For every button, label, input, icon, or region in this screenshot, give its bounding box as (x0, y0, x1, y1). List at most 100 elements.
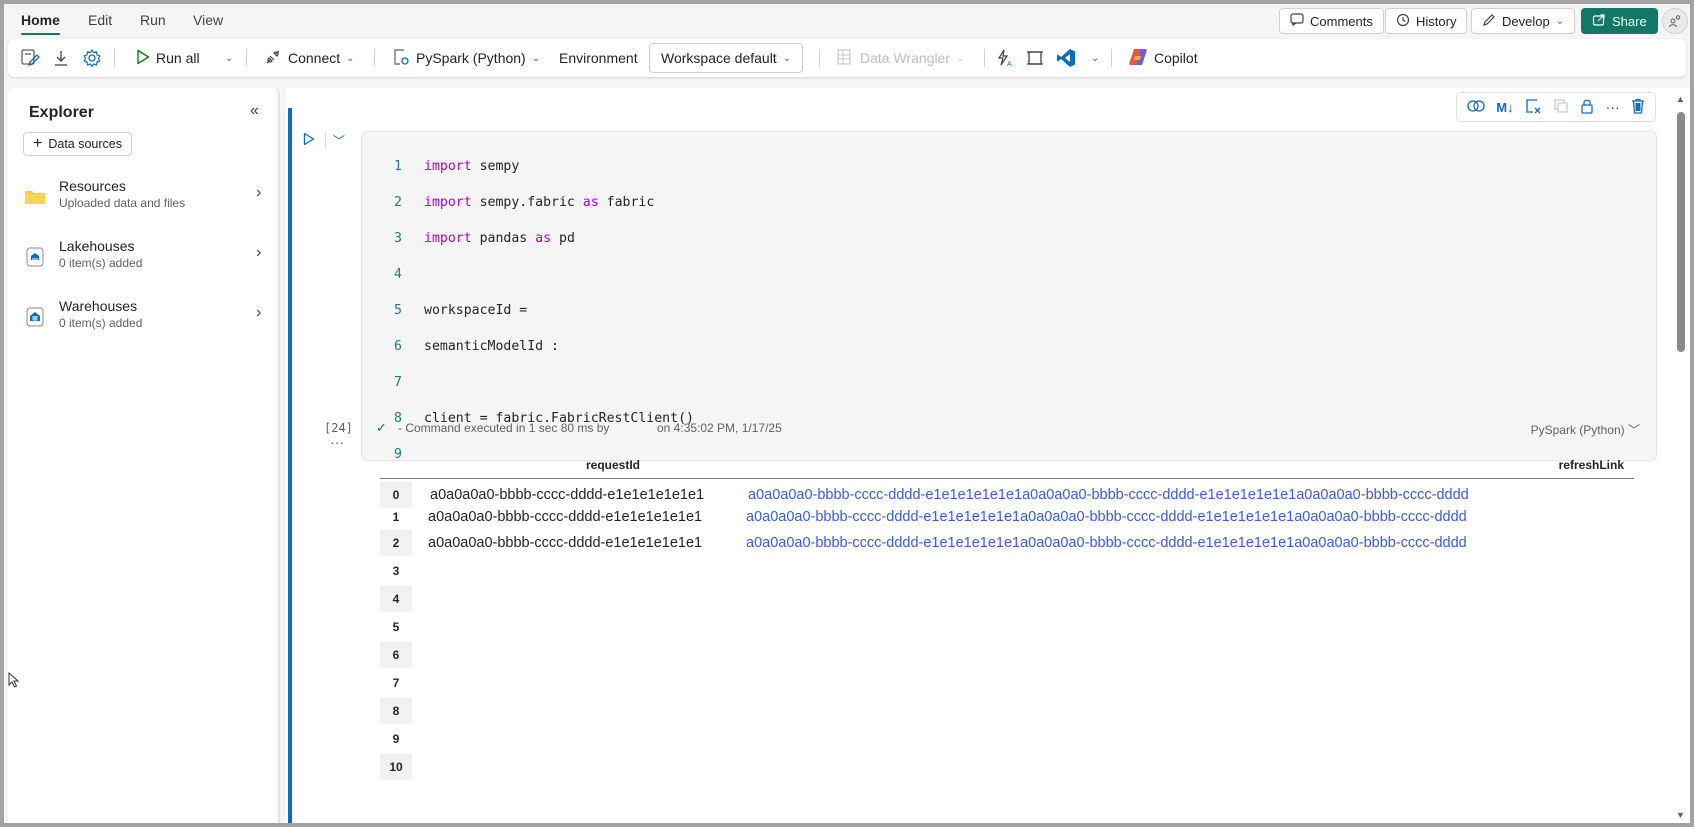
markdown-icon[interactable]: M↓ (1496, 100, 1513, 115)
share-icon (1592, 13, 1606, 30)
copilot-label: Copilot (1154, 50, 1198, 66)
chevron-down-icon: ⌄ (782, 52, 792, 64)
code-line: 3 import pandas as pd (394, 231, 575, 246)
request-id-cell: a0a0a0a0-bbbb-cccc-dddd-e1e1e1e1e1e1 (428, 509, 703, 525)
share-button[interactable]: Share (1581, 8, 1658, 34)
table-row: 2 a0a0a0a0-bbbb-cccc-dddd-e1e1e1e1e1e1 a… (380, 530, 1634, 556)
notebook-canvas: M↓ ··· ﹀ 1 import sempy 2 import sempy.fab… (286, 88, 1690, 823)
plus-icon: + (33, 135, 43, 152)
explorer-panel: Explorer « + Data sources Resources Uplo… (8, 88, 280, 823)
mouse-pointer-icon (8, 671, 20, 691)
add-data-sources-button[interactable]: + Data sources (23, 132, 132, 156)
delete-icon[interactable] (1631, 98, 1645, 117)
refresh-link[interactable]: a0a0a0a0-bbbb-cccc-dddd-e1e1e1e1e1e1a0a0… (746, 509, 1467, 525)
table-row: 8 (380, 698, 1634, 724)
connect-label: Connect (288, 50, 341, 66)
chevron-down-icon: ⌄ (1555, 15, 1565, 27)
row-index: 4 (380, 586, 412, 612)
explorer-item-subtitle: 0 item(s) added (59, 316, 143, 330)
chevron-down-icon: ﹀ (1627, 423, 1640, 437)
refresh-link[interactable]: a0a0a0a0-bbbb-cccc-dddd-e1e1e1e1e1e1a0a0… (748, 487, 1469, 503)
clear-output-icon[interactable] (1525, 98, 1541, 117)
pencil-icon (1482, 13, 1496, 30)
run-all-button[interactable]: Run all (136, 39, 200, 77)
more-options-icon[interactable]: ··· (1606, 99, 1620, 115)
vscode-icon[interactable] (1056, 39, 1076, 77)
divider (114, 49, 115, 67)
explorer-item-resources[interactable]: Resources Uploaded data and files › (8, 174, 280, 224)
comment-icon (1290, 13, 1304, 29)
tab-home[interactable]: Home (21, 12, 60, 35)
history-label: History (1416, 13, 1457, 29)
table-row: 1 a0a0a0a0-bbbb-cccc-dddd-e1e1e1e1e1e1 a… (380, 504, 1634, 530)
collapse-panel-icon[interactable]: « (250, 102, 259, 120)
chevron-right-icon: › (256, 184, 262, 201)
row-index: 10 (380, 754, 412, 780)
tab-view[interactable]: View (193, 12, 223, 28)
run-all-label: Run all (156, 50, 200, 66)
environment-dropdown[interactable]: Workspace default ⌄ (649, 43, 804, 73)
tab-run[interactable]: Run (140, 12, 166, 28)
code-line: 4 (394, 267, 402, 282)
svg-text:A: A (1007, 61, 1012, 67)
execution-time: on 4:35:02 PM, 1/17/25 (657, 421, 782, 435)
language-selector[interactable]: PySpark (Python) ⌄ (392, 39, 540, 77)
comments-button[interactable]: Comments (1279, 8, 1384, 34)
cell-language-label: PySpark (Python) (1530, 423, 1625, 437)
divider (1111, 49, 1112, 67)
collaborators-icon[interactable] (1662, 8, 1688, 34)
explorer-item-title: Resources (59, 178, 126, 194)
column-header-refreshlink: refreshLink (1558, 458, 1624, 472)
scroll-down-arrow-icon[interactable]: ▼ (1676, 810, 1685, 820)
code-editor[interactable]: 1 import sempy 2 import sempy.fabric as fa… (362, 140, 1656, 460)
code-line: 1 import sempy (394, 159, 520, 174)
chevron-right-icon: › (256, 244, 262, 261)
explorer-item-subtitle: 0 item(s) added (59, 256, 143, 270)
copilot-button[interactable]: Copilot (1128, 39, 1198, 77)
output-more-options-icon[interactable]: ··· (330, 434, 344, 450)
settings-gear-icon[interactable] (82, 39, 102, 77)
row-index: 6 (380, 642, 412, 668)
row-index: 3 (392, 564, 400, 578)
explorer-item-warehouses[interactable]: Warehouses 0 item(s) added › (8, 294, 280, 344)
connect-button[interactable]: Connect ⌄ (264, 39, 355, 77)
code-cell-editor[interactable]: 1 import sempy 2 import sempy.fabric as fa… (361, 131, 1657, 461)
scroll-up-arrow-icon[interactable]: ▲ (1676, 94, 1685, 104)
cell-language-selector[interactable]: PySpark (Python) ﹀ (1531, 421, 1640, 438)
run-cell-icon[interactable] (303, 132, 315, 150)
code-line: 7 (394, 375, 402, 390)
explorer-item-lakehouses[interactable]: Lakehouses 0 item(s) added › (8, 234, 280, 284)
scrollbar-thumb[interactable] (1677, 112, 1685, 352)
header-divider (380, 478, 1634, 479)
code-line: 6 semanticModelId : (394, 339, 559, 354)
data-wrangler-button[interactable]: Data Wrangler ⌄ (836, 39, 964, 77)
copy-cell-icon[interactable] (1553, 98, 1569, 117)
language-label: PySpark (Python) (416, 50, 526, 66)
cell-run-options-chevron-icon[interactable]: ﹀ (333, 132, 345, 149)
vorder-icon[interactable]: A (996, 39, 1014, 77)
home-ribbon: Run all ⌄ Connect ⌄ PySpark (Python) ⌄ E… (8, 39, 1686, 77)
full-screen-icon[interactable] (1026, 39, 1044, 77)
notebook-window: Home Edit Run View Comments History Deve… (4, 4, 1690, 823)
folder-icon (24, 186, 46, 208)
divider (325, 132, 326, 150)
column-header-requestid: requestId (586, 458, 641, 472)
plug-icon (264, 48, 282, 69)
run-all-dropdown[interactable]: ⌄ (225, 39, 233, 77)
divider (246, 49, 247, 67)
success-check-icon: ✓ (376, 420, 387, 435)
history-button[interactable]: History (1385, 8, 1468, 34)
copilot-cell-icon[interactable] (1467, 98, 1485, 117)
tab-edit[interactable]: Edit (88, 12, 112, 28)
environment-label: Environment (559, 50, 638, 66)
lock-icon[interactable] (1580, 98, 1594, 117)
play-icon (136, 49, 150, 68)
vscode-dropdown[interactable]: ⌄ (1091, 39, 1099, 77)
edit-notebook-icon[interactable] (20, 39, 40, 77)
refresh-link[interactable]: a0a0a0a0-bbbb-cccc-dddd-e1e1e1e1e1e1a0a0… (746, 535, 1467, 551)
download-icon[interactable] (52, 39, 70, 77)
vertical-scrollbar[interactable]: ▲ ▼ (1674, 92, 1688, 822)
develop-button[interactable]: Develop ⌄ (1471, 8, 1576, 34)
divider (374, 49, 375, 67)
pyspark-icon (392, 48, 410, 69)
